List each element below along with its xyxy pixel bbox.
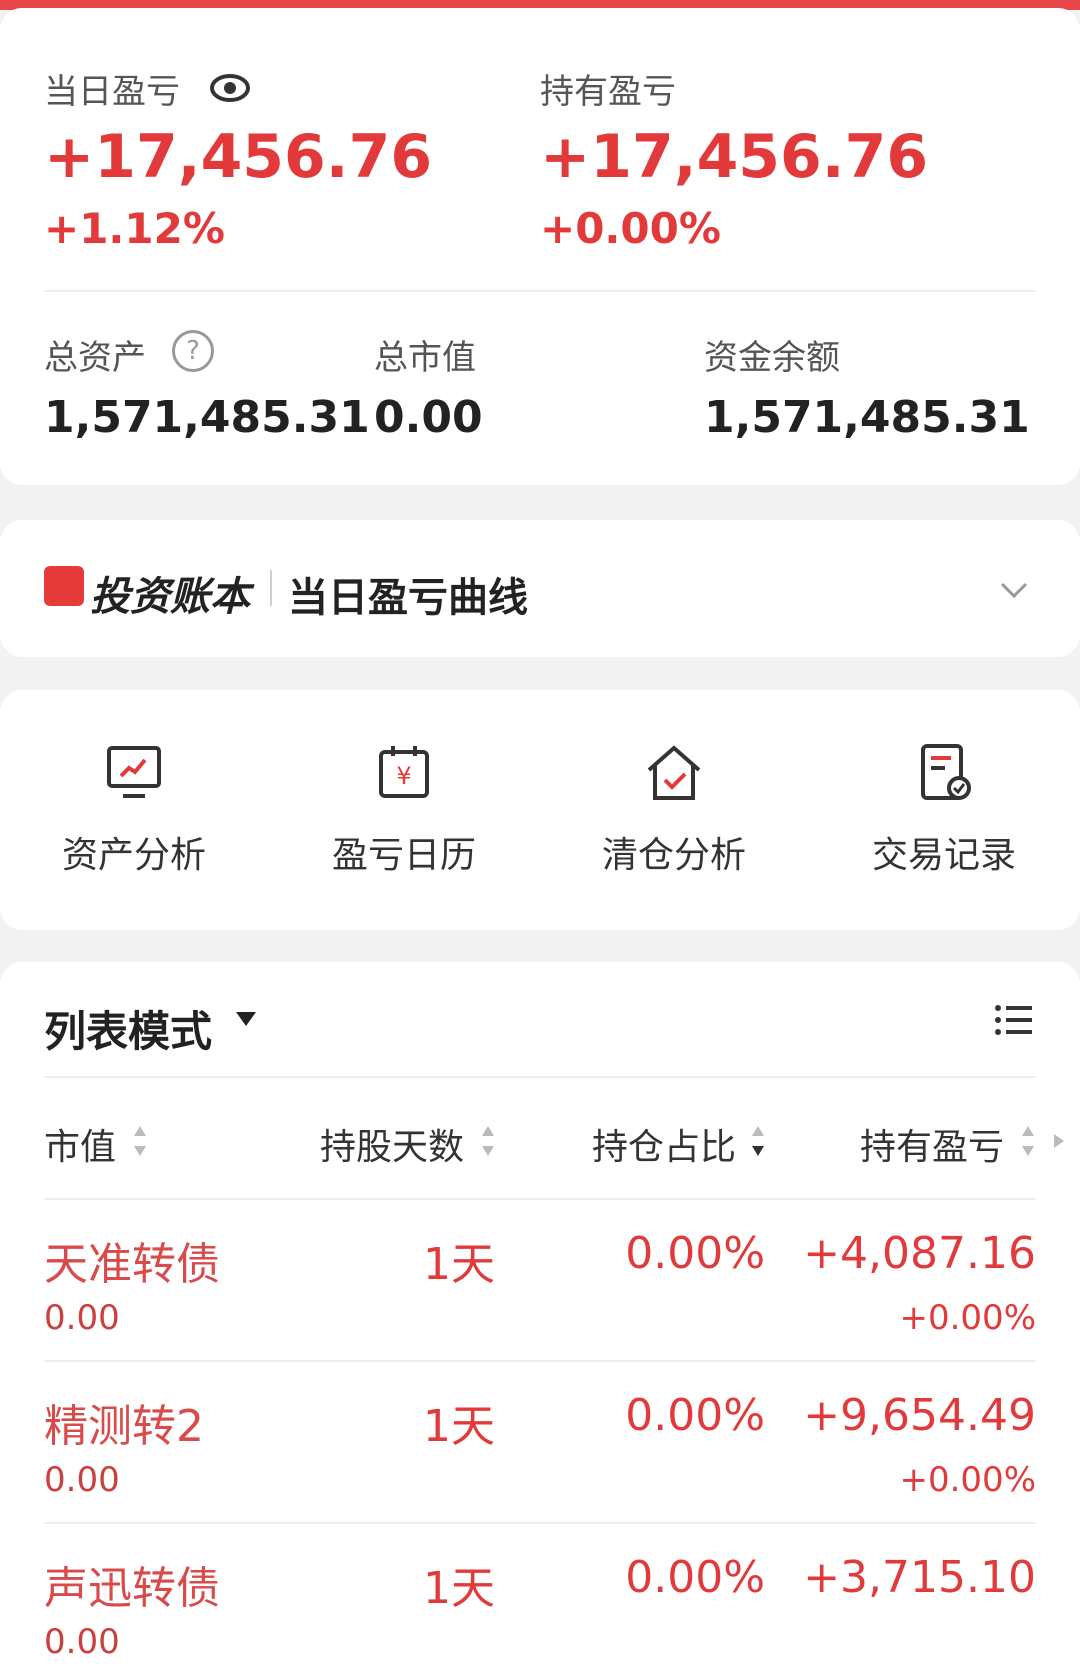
- daily-pnl-label: 当日盈亏: [44, 72, 180, 112]
- column-header-market-value[interactable]: 市值: [44, 1118, 116, 1170]
- sort-desc-icon[interactable]: [750, 1124, 766, 1158]
- cash-balance-label: 资金余额: [704, 338, 840, 378]
- list-divider: [44, 1076, 1036, 1078]
- app-page: 当日盈亏 +17,456.76 +1.12% 持有盈亏 +17,456.76 +…: [0, 0, 1080, 1679]
- market-value: 0.00: [44, 1622, 120, 1662]
- position-ratio: 0.00%: [625, 1228, 765, 1279]
- bond-name: 精测转2: [44, 1401, 204, 1452]
- summary-divider: [44, 290, 1036, 292]
- holding-pnl-pct: +0.00%: [899, 1460, 1037, 1500]
- holding-pnl: +9,654.49: [803, 1390, 1036, 1441]
- holding-pnl-label: 持有盈亏: [540, 72, 676, 112]
- holding-pnl-value: +17,456.76: [540, 122, 929, 192]
- tool-label: 资产分析: [61, 835, 206, 876]
- tool-label: 交易记录: [871, 835, 1016, 876]
- holding-pnl-pct: +0.00%: [540, 204, 721, 253]
- ledger-logo-icon: [44, 566, 84, 606]
- holding-days: 1天: [423, 1239, 495, 1290]
- scroll-right-icon[interactable]: [1052, 1132, 1066, 1150]
- caret-down-icon[interactable]: [236, 1012, 256, 1026]
- tool-asset-analysis[interactable]: 资产分析: [34, 742, 234, 878]
- market-value: 0.00: [44, 1460, 120, 1500]
- total-assets-label: 总资产: [44, 338, 146, 378]
- holding-days: 1天: [423, 1563, 495, 1614]
- daily-pnl-pct: +1.12%: [44, 204, 225, 253]
- bond-name: 天准转债: [44, 1239, 220, 1290]
- help-icon[interactable]: ?: [172, 330, 214, 372]
- position-ratio: 0.00%: [625, 1552, 765, 1603]
- sort-icon[interactable]: [132, 1124, 148, 1158]
- total-assets-value: 1,571,485.31: [44, 392, 370, 443]
- chevron-down-icon[interactable]: [994, 570, 1034, 610]
- tool-liquidation-analysis[interactable]: 清仓分析: [574, 742, 774, 878]
- market-value-label: 总市值: [374, 338, 476, 378]
- header-divider: [44, 1198, 1036, 1200]
- tool-label: 清仓分析: [601, 835, 746, 876]
- column-header-position-ratio[interactable]: 持仓占比: [592, 1118, 736, 1170]
- sort-icon[interactable]: [1020, 1124, 1036, 1158]
- trade-record-icon: [921, 744, 971, 800]
- pnl-curve-title: 当日盈亏曲线: [288, 575, 528, 621]
- asset-analysis-icon: [107, 746, 161, 798]
- tool-pnl-calendar[interactable]: ¥ 盈亏日历: [304, 742, 504, 878]
- position-ratio: 0.00%: [625, 1390, 765, 1441]
- cash-balance-value: 1,571,485.31: [704, 392, 1030, 443]
- tool-label: 盈亏日历: [331, 835, 476, 876]
- row-divider: [44, 1522, 1036, 1524]
- market-value: 0.00: [44, 1298, 120, 1338]
- list-mode-selector[interactable]: 列表模式: [44, 998, 212, 1059]
- tool-trade-record[interactable]: 交易记录: [844, 742, 1044, 878]
- holding-pnl: +4,087.16: [803, 1228, 1036, 1279]
- row-divider: [44, 1360, 1036, 1362]
- holding-pnl: +3,715.10: [803, 1552, 1036, 1603]
- list-menu-icon[interactable]: [994, 1002, 1034, 1038]
- sort-icon[interactable]: [480, 1124, 496, 1158]
- column-header-holding-days[interactable]: 持股天数: [320, 1118, 464, 1170]
- holding-days: 1天: [423, 1401, 495, 1452]
- daily-pnl-value: +17,456.76: [44, 122, 433, 192]
- svg-text:¥: ¥: [396, 762, 411, 790]
- liquidation-analysis-icon: [647, 745, 701, 800]
- ledger-brand: 投资账本: [90, 574, 250, 620]
- bond-name: 声迅转债: [44, 1563, 220, 1614]
- brand-separator: [270, 570, 272, 606]
- pnl-calendar-icon: ¥: [379, 746, 429, 798]
- eye-icon[interactable]: [208, 66, 252, 110]
- market-value-value: 0.00: [374, 392, 483, 443]
- column-header-holding-pnl[interactable]: 持有盈亏: [860, 1118, 1004, 1170]
- holding-pnl-pct: +0.00%: [899, 1298, 1037, 1338]
